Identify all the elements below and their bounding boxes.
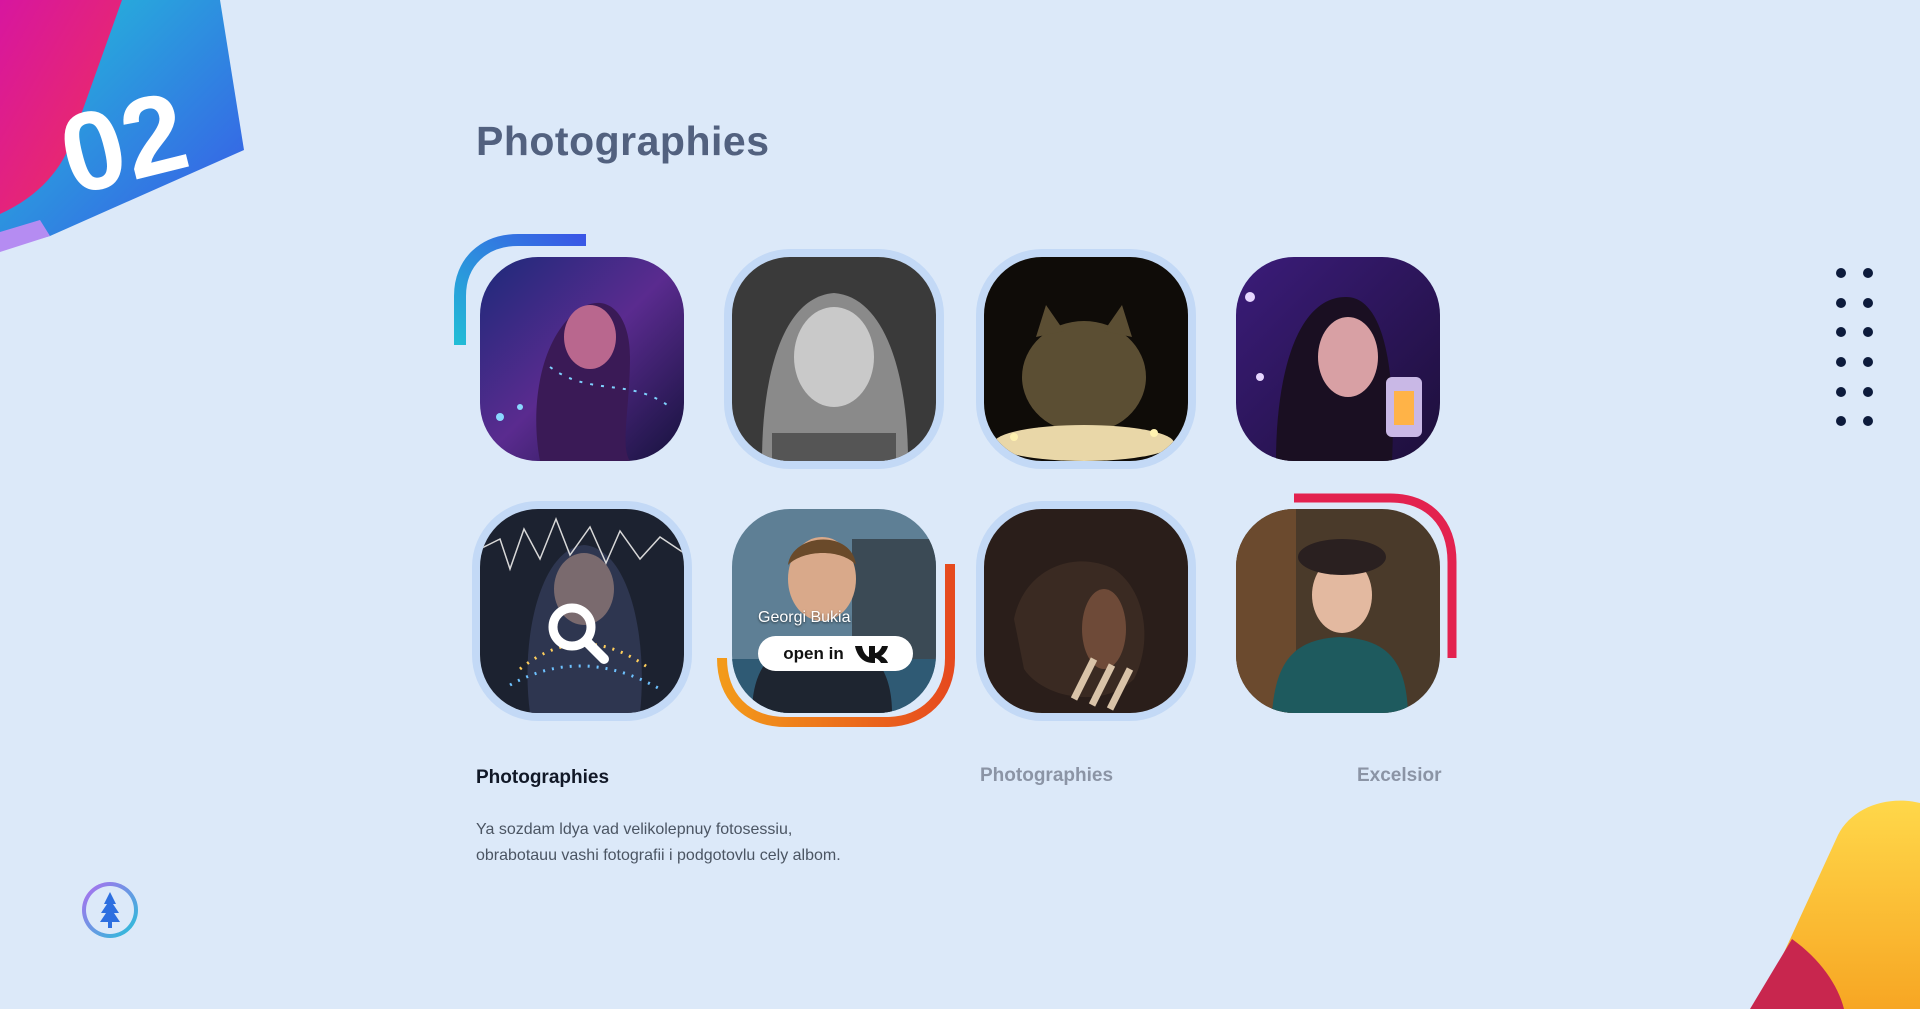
photo-woman-beret bbox=[1236, 509, 1440, 713]
caption-photographies-secondary[interactable]: Photographies bbox=[980, 765, 1113, 787]
photo-tile[interactable] bbox=[1236, 257, 1440, 461]
caption-photographies[interactable]: Photographies bbox=[476, 767, 609, 789]
photo-tile[interactable] bbox=[480, 257, 684, 461]
photo-tile[interactable] bbox=[480, 509, 684, 713]
open-in-label: open in bbox=[783, 643, 844, 663]
caption-excelsior[interactable]: Excelsior bbox=[1357, 765, 1442, 787]
page-title: Photographies bbox=[476, 118, 770, 164]
photo-girl-fairy-lights bbox=[480, 257, 684, 461]
photo-tile[interactable] bbox=[1236, 509, 1440, 713]
corner-decoration bbox=[1750, 799, 1920, 1009]
open-in-vk-button[interactable]: open in bbox=[758, 636, 913, 671]
vk-icon bbox=[854, 645, 888, 663]
photo-dark-profile bbox=[984, 509, 1188, 713]
section-number-decoration: 02 bbox=[0, 0, 244, 252]
search-icon[interactable] bbox=[544, 599, 614, 669]
photo-cat-lights bbox=[984, 257, 1188, 461]
photo-bw-portrait bbox=[732, 257, 936, 461]
photo-tile[interactable] bbox=[732, 257, 936, 461]
dots-decoration bbox=[1836, 268, 1886, 428]
photo-tile[interactable] bbox=[984, 257, 1188, 461]
tree-icon[interactable] bbox=[80, 880, 140, 940]
description-text: Ya sozdam ldya vad velikolepnuy fotosess… bbox=[476, 821, 841, 864]
photo-tile[interactable]: Georgi Bukia open in bbox=[732, 509, 936, 713]
photo-woman-lantern bbox=[1236, 257, 1440, 461]
person-name: Georgi Bukia bbox=[758, 609, 851, 626]
photo-tile[interactable] bbox=[984, 509, 1188, 713]
